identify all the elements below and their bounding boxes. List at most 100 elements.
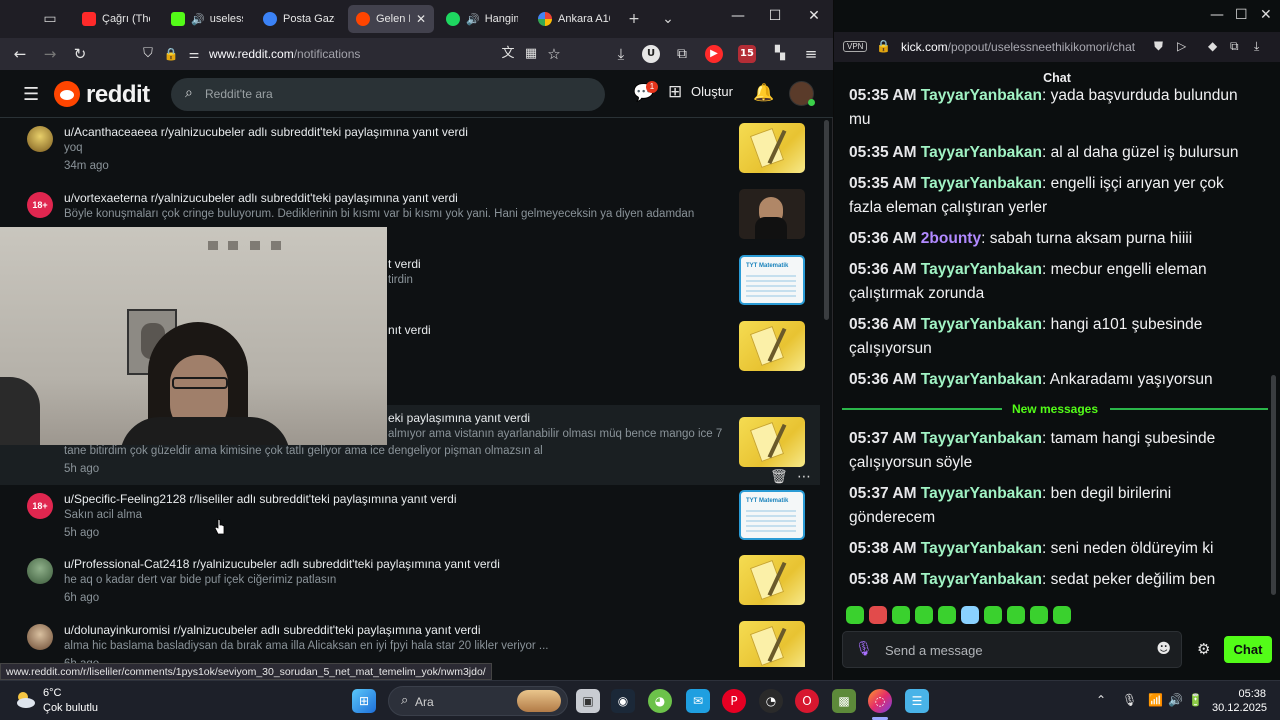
hamburger-menu-icon[interactable]: ☰ <box>23 84 39 105</box>
microphone-icon[interactable]: 🎙 <box>855 641 873 657</box>
message-username[interactable]: TayyarYanbakan <box>921 316 1042 333</box>
emote-icon[interactable] <box>938 606 956 624</box>
post-thumbnail[interactable] <box>739 621 805 667</box>
system-clock[interactable]: 05:38 30.12.2025 <box>1212 687 1267 715</box>
chat-message-input[interactable]: 🎙 Send a message ☻ <box>842 631 1182 668</box>
extensions-icon[interactable]: ⧉ <box>672 44 692 64</box>
speaker-icon[interactable]: 🔊 <box>191 13 205 26</box>
emote-icon[interactable] <box>984 606 1002 624</box>
back-icon[interactable]: ← <box>10 44 30 64</box>
windows-start-icon[interactable]: ⊞ <box>352 689 376 713</box>
weather-temp[interactable]: 6°C <box>43 687 61 699</box>
notification-title[interactable]: t verdi <box>388 257 421 271</box>
minecraft-icon[interactable]: ▩ <box>832 689 856 713</box>
pocket-icon[interactable]: ⛊ <box>1154 39 1163 54</box>
emoji-icon[interactable]: ☻ <box>1156 641 1171 657</box>
tab-spotify[interactable]: 🔊 Hangim <box>438 5 526 33</box>
message-username[interactable]: TayyarYanbakan <box>921 175 1042 192</box>
extensions-icon[interactable]: ⧉ <box>1230 39 1239 54</box>
emote-icon[interactable] <box>915 606 933 624</box>
notification-item[interactable]: u/Professional-Cat2418 r/yalnizucubeler … <box>0 551 820 617</box>
app-red-dot-icon[interactable]: ◔ <box>759 689 783 713</box>
emote-icon[interactable] <box>1053 606 1071 624</box>
chat-scrollbar[interactable] <box>1271 375 1276 595</box>
app-green-icon[interactable]: ◕ <box>648 689 672 713</box>
tab-google[interactable]: Ankara A101 <box>530 5 618 33</box>
more-options-icon[interactable]: ⋯ <box>797 469 811 485</box>
emote-icon[interactable] <box>869 606 887 624</box>
permissions-icon[interactable]: ⚌ <box>184 44 204 64</box>
reddit-logo-icon[interactable] <box>54 81 80 107</box>
message-username[interactable]: TayyarYanbakan <box>921 144 1042 161</box>
user-avatar[interactable] <box>27 558 53 584</box>
minimize-icon[interactable]: — <box>726 8 750 24</box>
emote-icon[interactable] <box>1007 606 1025 624</box>
pinterest-icon[interactable]: P <box>722 689 746 713</box>
notification-item[interactable]: 18+ u/Specific-Feeling2128 r/liseliler ad… <box>0 486 820 552</box>
taskbar-search[interactable]: ⌕ Ara <box>388 686 568 716</box>
emote-icon[interactable] <box>961 606 979 624</box>
translate-icon[interactable]: 文 <box>498 44 518 64</box>
emote-icon[interactable] <box>892 606 910 624</box>
user-avatar[interactable] <box>27 126 53 152</box>
message-username[interactable]: TayyarYanbakan <box>921 371 1042 388</box>
message-username[interactable]: TayyarYanbakan <box>921 87 1042 104</box>
send-chat-button[interactable]: Chat <box>1224 636 1272 663</box>
download-icon[interactable]: ⤓ <box>611 44 631 64</box>
speaker-icon[interactable]: 🔊 <box>466 13 480 26</box>
post-thumbnail[interactable] <box>739 555 805 605</box>
ublock-icon[interactable]: U <box>642 45 660 63</box>
shield-icon[interactable]: ⛉ <box>138 44 158 64</box>
maximize-icon[interactable]: ☐ <box>763 8 787 24</box>
steam-icon[interactable]: ◉ <box>611 689 635 713</box>
emote-icon[interactable] <box>1030 606 1048 624</box>
maximize-icon[interactable]: ☐ <box>1235 7 1248 23</box>
vpn-badge[interactable]: VPN <box>843 41 868 52</box>
tab-reddit-inbox[interactable]: Gelen Kut ✕ <box>348 5 434 33</box>
emote-icon[interactable] <box>846 606 864 624</box>
wifi-icon[interactable]: 📶 <box>1148 693 1163 707</box>
trash-icon[interactable]: 🗑 <box>770 469 788 485</box>
scrollbar[interactable] <box>824 120 829 320</box>
tray-chevron-icon[interactable]: ⌃ <box>1096 693 1106 707</box>
notepad-icon[interactable]: ☰ <box>905 689 929 713</box>
message-username[interactable]: TayyarYanbakan <box>921 485 1042 502</box>
notification-title[interactable]: nıt verdi <box>388 323 431 337</box>
message-username[interactable]: TayyarYanbakan <box>921 430 1042 447</box>
close-tab-icon[interactable]: ✕ <box>416 12 426 26</box>
diamond-icon[interactable]: ◆ <box>1208 39 1217 53</box>
lock-icon[interactable]: 🔒 <box>161 44 181 64</box>
message-username[interactable]: TayyarYanbakan <box>921 540 1042 557</box>
close-window-icon[interactable]: ✕ <box>802 8 826 24</box>
notification-item[interactable]: u/Acanthaceaeea r/yalnizucubeler adlı su… <box>0 119 820 185</box>
volume-icon[interactable]: 🔊 <box>1168 693 1183 707</box>
tab-posta[interactable]: Posta Gazete <box>255 5 343 33</box>
messenger-icon[interactable]: ✉ <box>686 689 710 713</box>
new-tab-icon[interactable]: + <box>624 9 644 29</box>
address-bar[interactable]: www.reddit.com/notifications <box>209 47 360 61</box>
tab-kick[interactable]: 🔊 uselessn <box>163 5 251 33</box>
youtube-ext-icon[interactable]: ▶ <box>705 45 723 63</box>
create-button[interactable]: Oluştur <box>691 84 733 99</box>
send-icon[interactable]: ▷ <box>1177 39 1186 53</box>
bookmark-star-icon[interactable]: ☆ <box>544 44 564 64</box>
post-thumbnail[interactable] <box>739 490 805 540</box>
message-username[interactable]: TayyarYanbakan <box>921 261 1042 278</box>
message-username[interactable]: 2bounty <box>921 230 981 247</box>
post-thumbnail[interactable] <box>739 255 805 305</box>
forward-icon[interactable]: → <box>40 44 60 64</box>
notification-title[interactable]: u/Specific-Feeling2128 r/liseliler adlı … <box>64 492 456 506</box>
weather-desc[interactable]: Çok bulutlu <box>43 702 98 714</box>
gear-icon[interactable]: ⚙ <box>1197 640 1210 658</box>
reload-icon[interactable]: ↻ <box>70 44 90 64</box>
post-thumbnail[interactable] <box>739 123 805 173</box>
opera-icon[interactable]: O <box>795 689 819 713</box>
post-thumbnail[interactable] <box>739 321 805 371</box>
download-icon[interactable]: ⤓ <box>1254 39 1259 54</box>
chevron-down-icon[interactable]: ⌄ <box>658 9 678 29</box>
user-avatar[interactable] <box>789 81 815 106</box>
plus-box-icon[interactable]: ⊞ <box>668 82 682 102</box>
tab-youtube[interactable]: Çağrı (The M <box>74 5 158 33</box>
apps-icon[interactable]: ▚ <box>770 44 790 64</box>
cloud-icon[interactable] <box>14 689 36 711</box>
